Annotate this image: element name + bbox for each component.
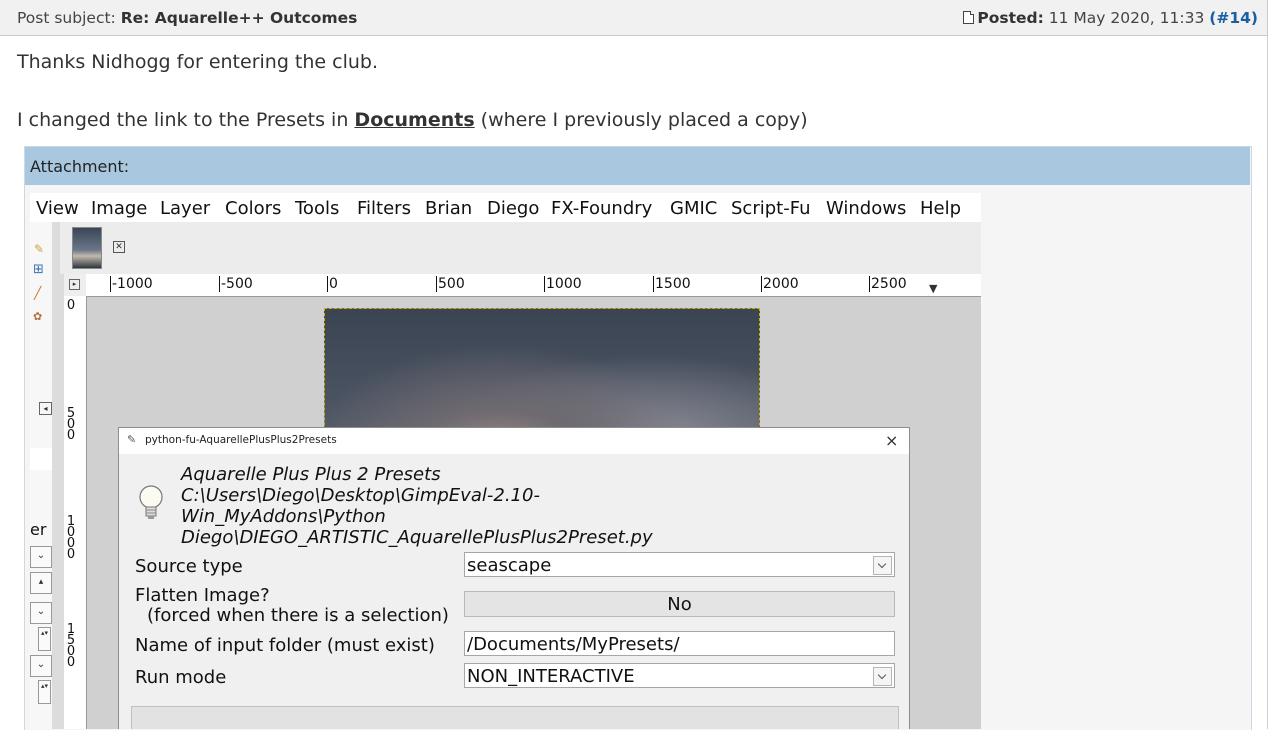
source-type-select[interactable]: seascape: [464, 552, 895, 577]
posted-date: 11 May 2020, 11:33: [1048, 9, 1205, 27]
documents-link[interactable]: Documents: [354, 109, 474, 131]
gimp-logo-icon: ✎: [127, 433, 137, 446]
attachment-label: Attachment:: [30, 157, 130, 176]
side-dropdown-1[interactable]: ⌄: [30, 546, 52, 568]
menu-diego[interactable]: Diego: [487, 198, 539, 219]
post-subject-label: Post subject:: [17, 9, 116, 27]
post-subject-title: Re: Aquarelle++ Outcomes: [120, 9, 358, 27]
post-border: [1267, 36, 1268, 729]
brush-icon[interactable]: ╱: [34, 286, 41, 300]
side-spinner-2[interactable]: ▴▾: [38, 680, 51, 704]
post-subject: Post subject: Re: Aquarelle++ Outcomes: [17, 9, 357, 27]
expand-icon[interactable]: ◂: [39, 402, 52, 415]
post-meta: Posted: 11 May 2020, 11:33 (#14): [963, 9, 1258, 27]
ruler-corner[interactable]: ▸: [64, 274, 86, 296]
input-folder-label: Name of input folder (must exist): [135, 635, 435, 656]
close-icon[interactable]: ×: [885, 431, 898, 450]
chevron-down-icon[interactable]: [873, 556, 892, 575]
dialog-button-area: [131, 706, 899, 729]
image-tab-thumbnail[interactable]: [72, 227, 102, 269]
post-paragraph-1: Thanks Nidhogg for entering the club.: [17, 51, 379, 73]
ruler-v-label: 1500: [66, 622, 76, 670]
gimp-menubar: View Image Layer Colors Tools Filters Br…: [30, 193, 981, 222]
side-dropdown-2[interactable]: ⌄: [30, 602, 52, 624]
menu-filters[interactable]: Filters: [357, 198, 411, 219]
menu-help[interactable]: Help: [920, 198, 961, 219]
ruler-h-label: -500: [219, 276, 253, 292]
source-type-value: seascape: [467, 555, 552, 576]
menu-brian[interactable]: Brian: [425, 198, 472, 219]
flatten-toggle-button[interactable]: No: [464, 591, 895, 617]
post-icon[interactable]: [963, 11, 975, 24]
image-tabs: [60, 222, 981, 274]
ruler-h-label: 2000: [761, 276, 799, 292]
run-mode-select[interactable]: NON_INTERACTIVE: [464, 663, 895, 688]
ruler-h-label: 1500: [653, 276, 691, 292]
vertical-ruler: 0 500 1000 1500: [64, 296, 87, 729]
post-number-link[interactable]: (#14): [1209, 9, 1258, 27]
smudge-icon[interactable]: ✿: [33, 310, 42, 323]
ruler-h-label: -1000: [110, 276, 153, 292]
run-mode-label: Run mode: [135, 667, 227, 688]
dialog-titlebar[interactable]: ✎ python-fu-AquarellePlusPlus2Presets ×: [119, 428, 909, 454]
flatten-sublabel: (forced when there is a selection): [147, 605, 449, 626]
menu-image[interactable]: Image: [91, 198, 147, 219]
attachment-screenshot[interactable]: View Image Layer Colors Tools Filters Br…: [30, 193, 981, 729]
ruler-h-label: 1000: [544, 276, 582, 292]
ruler-h-label: 0: [327, 276, 338, 292]
menu-script-fu[interactable]: Script-Fu: [731, 198, 810, 219]
menu-view[interactable]: View: [36, 198, 79, 219]
source-type-label: Source type: [135, 556, 243, 577]
toolbox-strip: ✎ ⊞ ╱ ✿ ◂ er ⌄ ▴ ⌄ ▴▾ ⌄ ▴▾ ▴▾: [30, 222, 52, 729]
side-spinner-1[interactable]: ▴▾: [38, 627, 51, 651]
side-label-text: er: [30, 520, 47, 539]
menu-fx-foundry[interactable]: FX-Foundry: [551, 198, 652, 219]
ruler-h-label: 2500: [869, 276, 907, 292]
pencil-icon[interactable]: ✎: [34, 242, 44, 256]
posted-label: Posted:: [977, 9, 1044, 27]
panel-white: [30, 448, 52, 470]
ruler-h-label: 500: [436, 276, 465, 292]
chevron-down-icon[interactable]: [873, 667, 892, 686]
side-dropdown-3[interactable]: ⌄: [30, 655, 52, 677]
ruler-v-label: 1000: [66, 514, 76, 562]
post-paragraph-2: I changed the link to the Presets in Doc…: [17, 109, 808, 131]
dialog-heading: Aquarelle Plus Plus 2 Presets C:\Users\D…: [181, 464, 653, 548]
menu-windows[interactable]: Windows: [826, 198, 906, 219]
navigate-icon[interactable]: ▸: [69, 279, 80, 290]
menu-layer[interactable]: Layer: [160, 198, 210, 219]
pointer-marker-icon: ▼: [929, 282, 938, 295]
run-mode-value: NON_INTERACTIVE: [467, 666, 635, 687]
side-image-icon[interactable]: ▴: [30, 572, 52, 594]
menu-colors[interactable]: Colors: [225, 198, 281, 219]
ruler-v-label: 500: [66, 406, 76, 443]
para2-text-before: I changed the link to the Presets in: [17, 109, 355, 131]
input-folder-field[interactable]: /Documents/MyPresets/: [464, 631, 895, 656]
close-icon[interactable]: ✕: [113, 241, 125, 253]
ruler-v-label: 0: [66, 298, 76, 313]
para2-text-after: (where I previously placed a copy): [474, 109, 808, 131]
layers-icon[interactable]: ⊞: [33, 262, 44, 277]
menu-gmic[interactable]: GMIC: [670, 198, 717, 219]
horizontal-ruler: -1000 -500 0 500 1000 1500 2000 2500 ▼: [86, 274, 981, 297]
menu-tools[interactable]: Tools: [295, 198, 339, 219]
plugin-dialog: ✎ python-fu-AquarellePlusPlus2Presets × …: [118, 427, 910, 729]
flatten-label: Flatten Image?: [135, 585, 270, 606]
lightbulb-icon: [139, 485, 163, 519]
dialog-title: python-fu-AquarellePlusPlus2Presets: [145, 434, 337, 446]
attachment-header: [25, 147, 1250, 185]
